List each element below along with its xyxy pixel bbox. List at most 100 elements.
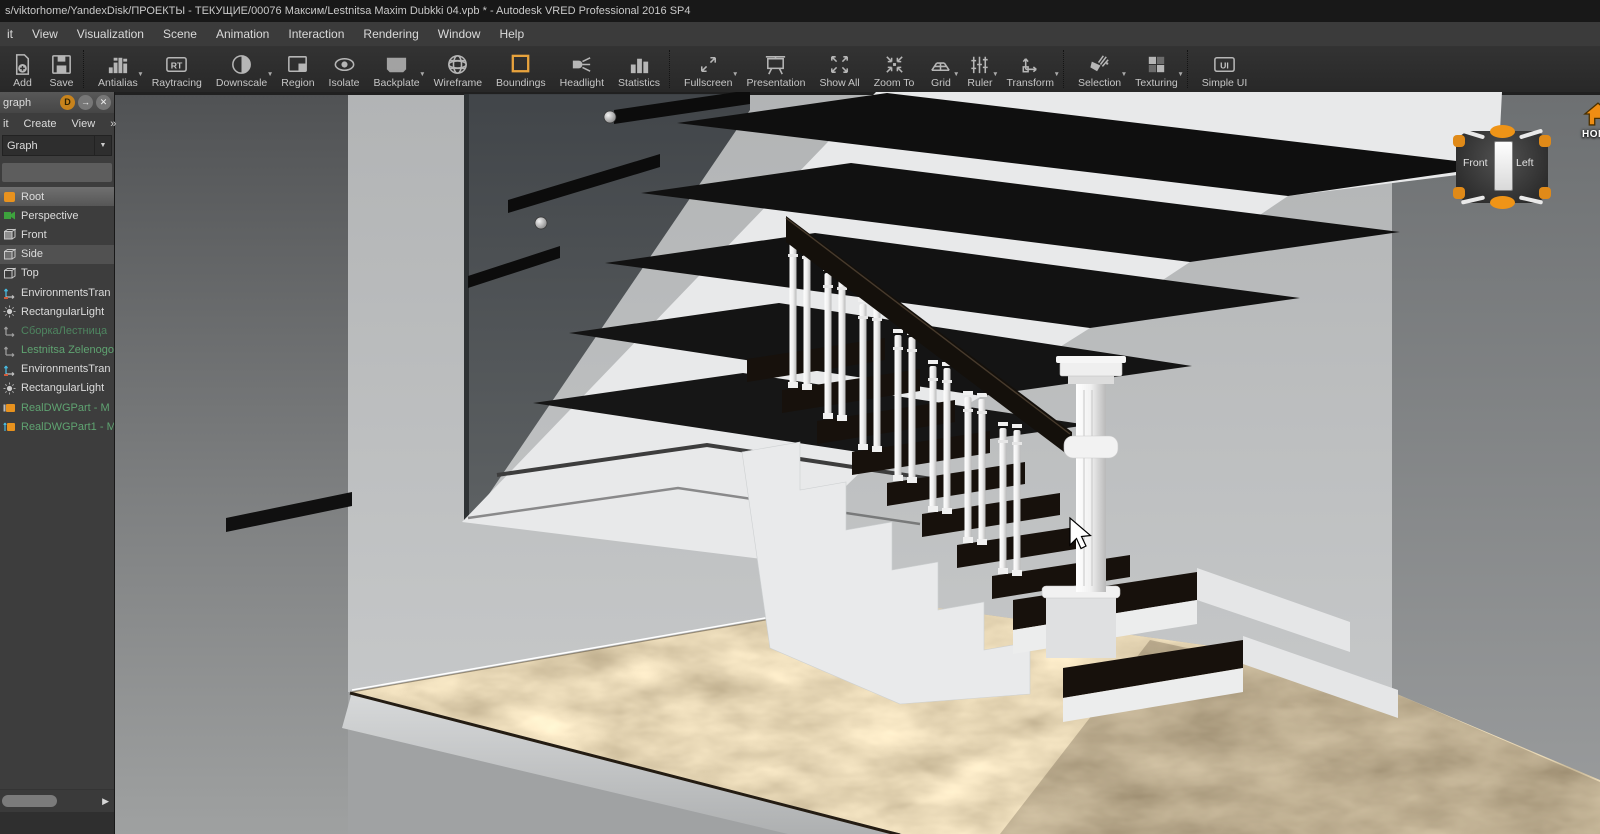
toolbar-button-downscale[interactable]: Downscale▼ — [209, 46, 274, 92]
toolbar-button-fullscreen[interactable]: Fullscreen▼ — [677, 46, 739, 92]
scrollbar-right-arrow[interactable]: ▶ — [102, 795, 109, 807]
tree-item-side[interactable]: Side — [0, 245, 114, 264]
left-shadow-wall — [114, 92, 348, 834]
menu-view[interactable]: View — [32, 27, 58, 41]
sg-menu-view[interactable]: View — [72, 118, 96, 130]
add-file-icon — [10, 52, 35, 77]
main-toolbar: Add Save Antialias▼ RT Raytracing Downsc… — [0, 46, 1600, 92]
view-cube-left-face[interactable]: Left — [1516, 157, 1534, 169]
dropdown-caret-icon[interactable]: ▼ — [953, 71, 959, 78]
toolbar-button-zoom-to[interactable]: Zoom To — [867, 46, 922, 92]
menu-scene[interactable]: Scene — [163, 27, 197, 41]
home-icon — [1583, 102, 1600, 126]
menu-overflow-chevron[interactable]: » — [110, 118, 116, 130]
menu-help[interactable]: Help — [499, 27, 524, 41]
toolbar-button-selection[interactable]: Selection▼ — [1071, 46, 1128, 92]
detach-button[interactable]: → — [78, 95, 93, 110]
dropdown-caret-icon[interactable]: ▼ — [419, 71, 425, 78]
menu-animation[interactable]: Animation — [216, 27, 269, 41]
dropdown-caret-icon[interactable]: ▼ — [267, 71, 273, 78]
toolbar-button-add[interactable]: Add — [3, 46, 42, 92]
toolbar-button-grid[interactable]: Grid▼ — [921, 46, 960, 92]
menu-edit[interactable]: it — [7, 27, 13, 41]
scrollbar-thumb[interactable] — [2, 795, 57, 807]
toolbar-button-isolate[interactable]: Isolate — [322, 46, 367, 92]
tree-item-realdwgpart1[interactable]: RealDWGPart1 - M — [0, 417, 114, 436]
antialias-icon — [105, 52, 130, 77]
view-cube-corner[interactable] — [1539, 187, 1551, 199]
toolbar-button-backplate[interactable]: Backplate▼ — [366, 46, 426, 92]
dropdown-caret-icon[interactable]: ▼ — [992, 71, 998, 78]
home-view-button[interactable]: HOME — [1558, 102, 1600, 140]
toolbar-button-headlight[interactable]: Headlight — [553, 46, 611, 92]
tree-item-perspective[interactable]: Perspective — [0, 206, 114, 225]
menu-visualization[interactable]: Visualization — [77, 27, 144, 41]
tree-item-rectangularlight-2[interactable]: RectangularLight — [0, 379, 114, 398]
filter-field[interactable] — [2, 163, 112, 182]
dwg-part-icon — [3, 401, 16, 414]
toolbar-button-presentation[interactable]: Presentation — [739, 46, 812, 92]
tree-item-root[interactable]: Root — [0, 187, 114, 206]
tree-item-sborka-lestnitsa[interactable]: СборкаЛестница — [0, 321, 114, 340]
menu-rendering[interactable]: Rendering — [363, 27, 418, 41]
tree-item-front[interactable]: Front — [0, 225, 114, 244]
viewport-3d[interactable]: Front Left HOME — [114, 92, 1600, 834]
toolbar-button-show-all[interactable]: Show All — [812, 46, 866, 92]
toolbar-separator — [1187, 50, 1193, 88]
tree-item-top[interactable]: Top — [0, 264, 114, 283]
simple-ui-icon: UI — [1212, 52, 1237, 77]
transform-node-icon — [3, 286, 16, 299]
graph-mode-dropdown[interactable]: Graph ▼ — [2, 135, 112, 156]
show-all-icon — [827, 52, 852, 77]
view-cube-corner[interactable] — [1539, 135, 1551, 147]
toolbar-button-antialias[interactable]: Antialias▼ — [91, 46, 145, 92]
tree-item-environmentstran-1[interactable]: EnvironmentsTran — [0, 283, 114, 302]
glass-standoff-knob — [604, 111, 616, 123]
backplate-icon — [384, 52, 409, 77]
dropdown-caret-icon[interactable]: ▼ — [732, 71, 738, 78]
view-cube-corner[interactable] — [1453, 187, 1465, 199]
sg-menu-create[interactable]: Create — [24, 118, 57, 130]
scenegraph-menu: it Create View » — [0, 113, 114, 134]
dropdown-caret-icon[interactable]: ▼ — [1177, 71, 1183, 78]
view-cube[interactable]: Front Left — [1452, 126, 1552, 208]
tree-item-realdwgpart[interactable]: RealDWGPart - M — [0, 398, 114, 417]
menu-bar: it View Visualization Scene Animation In… — [0, 22, 1600, 47]
toolbar-button-raytracing[interactable]: RT Raytracing — [145, 46, 209, 92]
isolate-eye-icon — [332, 52, 357, 77]
toolbar-button-ruler[interactable]: Ruler▼ — [960, 46, 999, 92]
view-cube-corner[interactable] — [1453, 135, 1465, 147]
toolbar-button-statistics[interactable]: Statistics — [611, 46, 667, 92]
close-panel-button[interactable]: ✕ — [96, 95, 111, 110]
scenegraph-tree: Root Perspective Front Side Top Environm… — [0, 187, 114, 436]
light-icon — [3, 382, 16, 395]
toolbar-button-transform[interactable]: Transform▼ — [1000, 46, 1061, 92]
tree-item-environmentstran-2[interactable]: EnvironmentsTran — [0, 360, 114, 379]
tree-item-rectangularlight-1[interactable]: RectangularLight — [0, 302, 114, 321]
sg-menu-edit[interactable]: it — [3, 118, 9, 130]
menu-window[interactable]: Window — [438, 27, 481, 41]
view-cube-front-edge[interactable] — [1494, 141, 1513, 191]
view-cube-bottom-edge[interactable] — [1490, 196, 1515, 209]
dropdown-caret-icon[interactable]: ▼ — [1121, 71, 1127, 78]
glass-standoff-knob — [535, 217, 547, 229]
toolbar-button-region[interactable]: Region — [274, 46, 321, 92]
toolbar-button-wireframe[interactable]: Wireframe — [427, 46, 489, 92]
toolbar-button-simple-ui[interactable]: UI Simple UI — [1195, 46, 1255, 92]
root-node-icon — [3, 190, 16, 203]
view-box-icon — [3, 267, 16, 280]
dropdown-caret-icon[interactable]: ▼ — [137, 71, 143, 78]
view-cube-front-face[interactable]: Front — [1463, 157, 1488, 169]
toolbar-button-texturing[interactable]: Texturing▼ — [1128, 46, 1185, 92]
dwg-part-icon — [3, 420, 16, 433]
window-title: s/viktorhome/YandexDisk/ПРОЕКТЫ - ТЕКУЩИ… — [5, 5, 691, 17]
toolbar-button-boundings[interactable]: Boundings — [489, 46, 553, 92]
chevron-down-icon[interactable]: ▼ — [94, 136, 111, 155]
dropdown-caret-icon[interactable]: ▼ — [1054, 71, 1060, 78]
horizontal-scrollbar[interactable]: ▶ — [0, 789, 114, 812]
menu-interaction[interactable]: Interaction — [288, 27, 344, 41]
toolbar-button-save[interactable]: Save — [42, 46, 81, 92]
tree-item-lestnitsa-zelenogo[interactable]: Lestnitsa Zelenogo — [0, 341, 114, 360]
view-cube-top-edge[interactable] — [1490, 125, 1515, 138]
dock-button[interactable]: D — [60, 95, 75, 110]
